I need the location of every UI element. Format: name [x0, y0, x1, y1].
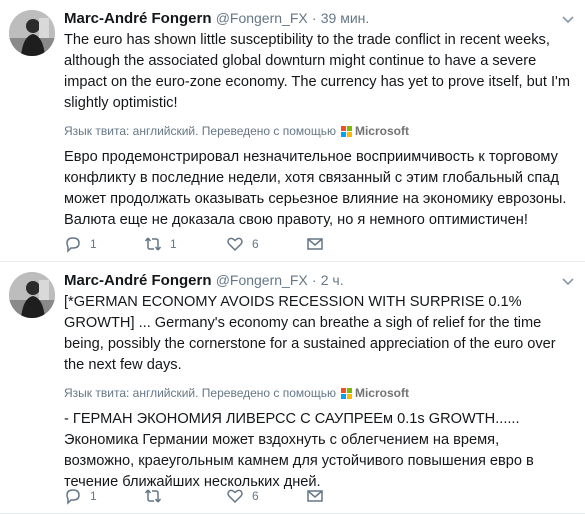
reply-count: 1: [90, 237, 97, 251]
author-handle[interactable]: @Fongern_FX: [216, 10, 308, 26]
tweet[interactable]: Marc-André Fongern @Fongern_FX · 39 мин.…: [0, 0, 585, 262]
author-name[interactable]: Marc-André Fongern: [64, 272, 212, 289]
direct-message-button[interactable]: [306, 235, 336, 253]
microsoft-logo-icon: [340, 387, 352, 399]
translator-name: Microsoft: [354, 386, 409, 400]
retweet-button[interactable]: 1: [144, 235, 226, 253]
envelope-icon: [307, 238, 323, 250]
tweet-actions: 1 6: [64, 487, 336, 505]
translation-attribution: Язык твита: английский. Переведено с пом…: [64, 385, 573, 401]
chevron-down-icon[interactable]: [561, 12, 575, 26]
separator: ·: [311, 10, 317, 26]
direct-message-button[interactable]: [306, 487, 336, 505]
avatar[interactable]: [9, 272, 55, 318]
heart-icon: [227, 489, 243, 504]
retweet-icon: [144, 489, 162, 503]
separator: ·: [311, 272, 317, 288]
reply-button[interactable]: 1: [64, 487, 144, 505]
chevron-down-icon[interactable]: [561, 274, 575, 288]
translated-text: Евро продемонстрировал незначительное во…: [64, 149, 567, 228]
tweet-header: Marc-André Fongern @Fongern_FX · 39 мин.: [64, 8, 573, 29]
envelope-icon: [307, 490, 323, 502]
like-button[interactable]: 6: [226, 235, 306, 253]
author-name[interactable]: Marc-André Fongern: [64, 10, 212, 27]
retweet-count: 1: [170, 237, 177, 251]
translated-text: - ГЕРМАН ЭКОНОМИЯ ЛИВЕРСС С САУПРЕЕм 0.1…: [64, 411, 534, 490]
translation-label: Язык твита: английский. Переведено с пом…: [64, 386, 336, 400]
timestamp[interactable]: 39 мин.: [321, 10, 370, 26]
tweet-text: The euro has shown little susceptibility…: [64, 32, 570, 111]
translation-attribution: Язык твита: английский. Переведено с пом…: [64, 123, 573, 139]
translator-name: Microsoft: [354, 124, 409, 138]
reply-button[interactable]: 1: [64, 235, 144, 253]
retweet-button[interactable]: [144, 487, 226, 505]
timestamp[interactable]: 2 ч.: [321, 272, 344, 288]
author-handle[interactable]: @Fongern_FX: [216, 272, 308, 288]
tweet-actions: 1 1 6: [64, 235, 336, 253]
avatar[interactable]: [9, 10, 55, 56]
tweet-header: Marc-André Fongern @Fongern_FX · 2 ч.: [64, 270, 573, 291]
tweet[interactable]: Marc-André Fongern @Fongern_FX · 2 ч. [*…: [0, 262, 585, 514]
reply-icon: [66, 237, 80, 253]
heart-icon: [227, 237, 243, 252]
tweet-text: [*GERMAN ECONOMY AVOIDS RECESSION WITH S…: [64, 294, 556, 373]
reply-count: 1: [90, 489, 97, 503]
like-button[interactable]: 6: [226, 487, 306, 505]
like-count: 6: [252, 489, 259, 503]
like-count: 6: [252, 237, 259, 251]
reply-icon: [66, 489, 80, 505]
retweet-icon: [144, 237, 162, 251]
translation-label: Язык твита: английский. Переведено с пом…: [64, 124, 336, 138]
microsoft-logo-icon: [340, 125, 352, 137]
